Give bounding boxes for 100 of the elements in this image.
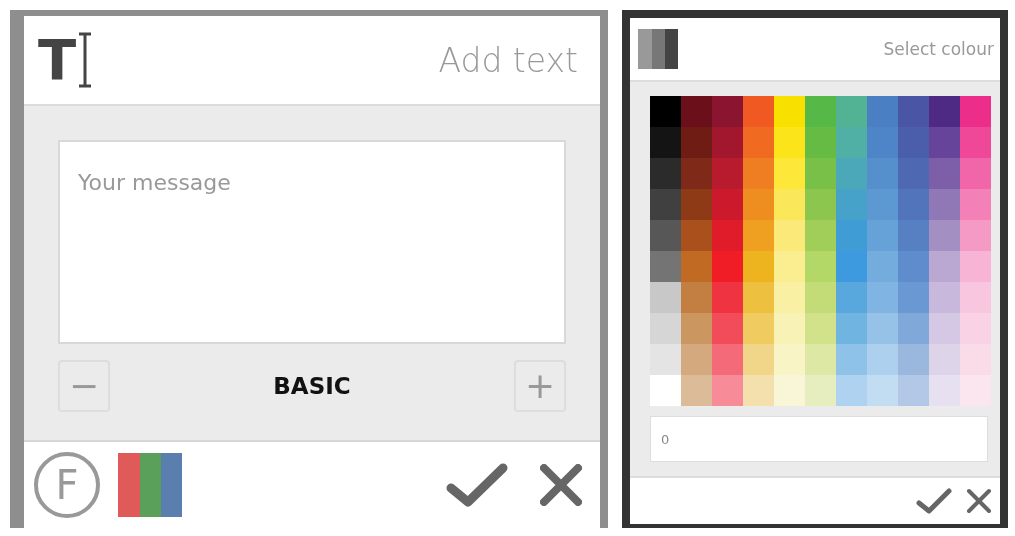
colour-swatch[interactable]	[650, 189, 681, 220]
colour-swatch[interactable]	[898, 127, 929, 158]
colour-swatch[interactable]	[929, 158, 960, 189]
colour-swatch[interactable]	[681, 158, 712, 189]
colour-swatch[interactable]	[774, 158, 805, 189]
colour-swatch[interactable]	[743, 313, 774, 344]
colour-swatch[interactable]	[774, 344, 805, 375]
colour-swatch[interactable]	[681, 313, 712, 344]
colour-swatch[interactable]	[867, 220, 898, 251]
colour-swatch[interactable]	[712, 313, 743, 344]
colour-swatch[interactable]	[712, 375, 743, 406]
colour-swatch[interactable]	[743, 189, 774, 220]
colour-swatch[interactable]	[805, 158, 836, 189]
colour-swatch[interactable]	[960, 220, 991, 251]
colour-swatch[interactable]	[805, 282, 836, 313]
colour-swatch[interactable]	[712, 96, 743, 127]
colour-swatch[interactable]	[836, 220, 867, 251]
colour-swatch[interactable]	[650, 375, 681, 406]
colour-swatch[interactable]	[805, 189, 836, 220]
colour-swatch[interactable]	[898, 220, 929, 251]
colour-swatch[interactable]	[805, 313, 836, 344]
decrease-button[interactable]: −	[58, 360, 110, 412]
colour-swatch[interactable]	[774, 127, 805, 158]
colour-swatch[interactable]	[743, 220, 774, 251]
colour-swatch[interactable]	[960, 127, 991, 158]
colour-swatch[interactable]	[681, 220, 712, 251]
colour-swatch[interactable]	[650, 127, 681, 158]
colour-swatch[interactable]	[836, 189, 867, 220]
colour-swatch[interactable]	[774, 375, 805, 406]
colour-swatch[interactable]	[774, 96, 805, 127]
colour-swatch[interactable]	[650, 282, 681, 313]
colour-swatch[interactable]	[743, 251, 774, 282]
colour-swatch[interactable]	[898, 251, 929, 282]
colour-swatch[interactable]	[681, 251, 712, 282]
colour-swatch[interactable]	[836, 375, 867, 406]
colour-swatch[interactable]	[774, 251, 805, 282]
colour-swatch[interactable]	[898, 189, 929, 220]
colour-swatch[interactable]	[681, 127, 712, 158]
colour-swatch[interactable]	[774, 313, 805, 344]
colour-swatch[interactable]	[650, 344, 681, 375]
colour-swatch[interactable]	[867, 96, 898, 127]
colour-swatch[interactable]	[867, 158, 898, 189]
colour-swatch[interactable]	[960, 282, 991, 313]
colour-swatch[interactable]	[867, 313, 898, 344]
colour-swatch[interactable]	[712, 158, 743, 189]
colour-swatch[interactable]	[898, 313, 929, 344]
colour-swatch[interactable]	[960, 189, 991, 220]
colour-swatch[interactable]	[929, 344, 960, 375]
colour-swatch[interactable]	[867, 189, 898, 220]
colour-swatch[interactable]	[960, 313, 991, 344]
colour-swatch[interactable]	[712, 282, 743, 313]
colour-swatch[interactable]	[805, 251, 836, 282]
colour-swatch[interactable]	[898, 282, 929, 313]
colour-swatch[interactable]	[898, 344, 929, 375]
colour-swatch[interactable]	[743, 375, 774, 406]
colour-swatch[interactable]	[650, 220, 681, 251]
colour-swatch[interactable]	[712, 189, 743, 220]
colour-swatch[interactable]	[774, 282, 805, 313]
colour-swatch[interactable]	[805, 220, 836, 251]
colour-swatch[interactable]	[867, 127, 898, 158]
colour-swatch[interactable]	[929, 96, 960, 127]
colour-swatch[interactable]	[712, 127, 743, 158]
colour-swatch[interactable]	[774, 220, 805, 251]
colour-swatch[interactable]	[929, 313, 960, 344]
colour-swatch[interactable]	[650, 96, 681, 127]
colour-swatch[interactable]	[836, 344, 867, 375]
colour-swatch[interactable]	[836, 251, 867, 282]
shade-strip-icon[interactable]	[638, 29, 678, 69]
colour-swatch[interactable]	[960, 375, 991, 406]
colour-swatch[interactable]	[867, 344, 898, 375]
colour-swatch[interactable]	[929, 282, 960, 313]
colour-swatch[interactable]	[898, 158, 929, 189]
increase-button[interactable]: +	[514, 360, 566, 412]
colour-swatch[interactable]	[867, 375, 898, 406]
colour-swatch[interactable]	[960, 96, 991, 127]
colour-swatch[interactable]	[743, 344, 774, 375]
colour-swatch[interactable]	[836, 96, 867, 127]
colour-swatch[interactable]	[712, 220, 743, 251]
colour-swatch[interactable]	[681, 96, 712, 127]
colour-swatch[interactable]	[929, 189, 960, 220]
colour-swatch[interactable]	[836, 313, 867, 344]
confirm-icon[interactable]	[446, 462, 508, 508]
colour-swatch[interactable]	[743, 282, 774, 313]
colour-swatch[interactable]	[681, 344, 712, 375]
colour-swatch[interactable]	[743, 96, 774, 127]
colour-swatch[interactable]	[960, 344, 991, 375]
font-button[interactable]: F	[34, 452, 100, 518]
colour-swatch[interactable]	[836, 158, 867, 189]
colour-value-field[interactable]: 0	[650, 416, 988, 462]
colour-swatch[interactable]	[681, 282, 712, 313]
colour-swatch[interactable]	[681, 189, 712, 220]
colour-swatch[interactable]	[650, 158, 681, 189]
colour-swatch[interactable]	[805, 127, 836, 158]
colour-swatch[interactable]	[898, 96, 929, 127]
colour-swatch[interactable]	[805, 344, 836, 375]
colour-swatch[interactable]	[929, 220, 960, 251]
colour-swatch[interactable]	[774, 189, 805, 220]
colour-swatch[interactable]	[836, 127, 867, 158]
colour-swatch[interactable]	[898, 375, 929, 406]
colour-swatch[interactable]	[743, 127, 774, 158]
